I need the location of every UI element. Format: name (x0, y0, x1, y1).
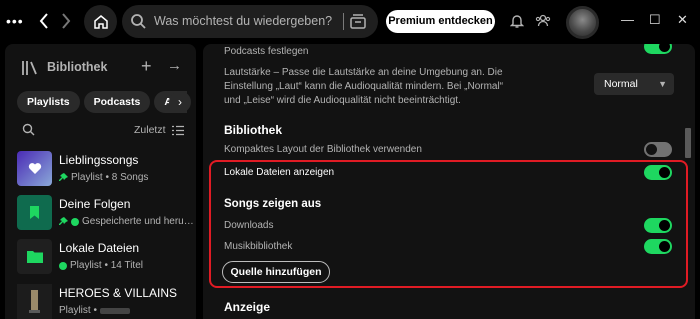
chip-scroll-right-icon[interactable]: › (169, 91, 191, 113)
your-episodes-cover (17, 195, 52, 230)
album-cover (17, 284, 52, 319)
library-item-heroes-villains[interactable]: HEROES & VILLAINS Playlist • (17, 284, 195, 319)
library-icon[interactable] (21, 59, 39, 77)
album-art-icon (17, 284, 52, 319)
library-sidebar: Bibliothek + → PlaylistsPodcastsAlben › … (5, 44, 196, 319)
library-item-name: Lokale Dateien (59, 241, 140, 255)
volume-description-line2: Einstellung „Laut“ kann die Audioqualitä… (224, 81, 504, 92)
local-files-cover (17, 239, 52, 274)
downloaded-icon (59, 261, 67, 270)
folder-icon (26, 251, 43, 263)
volume-select[interactable]: Normal ▼ (594, 73, 674, 95)
display-section-heading: Anzeige (224, 300, 271, 314)
heart-icon (28, 163, 41, 174)
top-bar: ••• Was möchtest du wiedergeben? Premium… (0, 0, 700, 44)
volume-description-line3: und „Leise“ wird die Audioqualität nicht… (224, 95, 461, 106)
chevron-down-icon: ▼ (658, 79, 667, 89)
list-view-icon[interactable] (172, 125, 184, 136)
browse-icon[interactable] (349, 13, 367, 30)
downloaded-icon (71, 217, 79, 226)
avatar[interactable] (566, 6, 599, 39)
library-search-icon[interactable] (22, 123, 35, 136)
library-item-meta: Playlist • 8 Songs (59, 172, 148, 183)
library-item-meta: Gespeicherte und heru… (59, 216, 194, 227)
podcasts-setting-label: Podcasts festlegen (224, 46, 309, 57)
music-library-toggle[interactable] (644, 239, 672, 254)
library-title[interactable]: Bibliothek (47, 60, 107, 74)
redacted-block (99, 307, 130, 314)
pin-icon (59, 173, 68, 181)
chip-podcasts[interactable]: Podcasts (83, 91, 151, 113)
expand-arrow-icon[interactable]: → (167, 57, 182, 74)
close-icon[interactable]: ✕ (677, 12, 688, 28)
sort-label[interactable]: Zuletzt (134, 124, 166, 136)
maximize-icon[interactable]: ☐ (649, 12, 661, 28)
more-dots-icon[interactable]: ••• (6, 13, 24, 29)
library-item-liked-songs[interactable]: Lieblingssongs Playlist • 8 Songs (17, 151, 195, 191)
settings-panel: Podcasts festlegen Lautstärke – Passe di… (203, 44, 695, 319)
compact-layout-label: Kompaktes Layout der Bibliothek verwende… (224, 144, 422, 155)
minimize-icon[interactable]: — (621, 12, 634, 27)
premium-button[interactable]: Premium entdecken (386, 10, 495, 33)
library-item-name: Lieblingssongs (59, 153, 139, 167)
home-button[interactable] (84, 5, 117, 38)
search-bar[interactable]: Was möchtest du wiedergeben? (122, 5, 378, 38)
search-divider (343, 13, 344, 30)
library-item-name: Deine Folgen (59, 197, 131, 211)
bell-icon[interactable] (510, 13, 524, 29)
local-files-toggle[interactable] (644, 165, 672, 180)
library-item-name: HEROES & VILLAINS (59, 286, 178, 300)
downloads-label: Downloads (224, 220, 274, 231)
compact-layout-toggle[interactable] (644, 142, 672, 157)
add-source-button[interactable]: Quelle hinzufügen (222, 261, 330, 283)
songs-source-heading: Songs zeigen aus (224, 198, 322, 210)
home-icon (93, 14, 108, 29)
pin-icon (59, 217, 68, 225)
forward-arrow-icon[interactable] (60, 12, 76, 32)
back-arrow-icon[interactable] (38, 12, 54, 32)
volume-description-line1: Lautstärke – Passe die Lautstärke an dei… (224, 67, 503, 78)
podcasts-toggle[interactable] (644, 44, 672, 54)
liked-songs-cover (17, 151, 52, 186)
bookmark-icon (30, 206, 39, 219)
chip-playlists[interactable]: Playlists (17, 91, 80, 113)
create-plus-icon[interactable]: + (141, 56, 152, 77)
search-icon (131, 14, 146, 29)
library-item-local-files[interactable]: Lokale Dateien Playlist • 14 Titel (17, 239, 195, 279)
music-library-label: Musikbibliothek (224, 241, 293, 252)
library-item-meta: Playlist • (59, 305, 130, 316)
downloads-toggle[interactable] (644, 218, 672, 233)
library-section-heading: Bibliothek (224, 123, 283, 137)
scrollbar[interactable] (685, 128, 691, 158)
local-files-label: Lokale Dateien anzeigen (224, 167, 335, 178)
friends-icon[interactable] (535, 13, 551, 29)
library-item-meta: Playlist • 14 Titel (59, 260, 143, 271)
library-item-your-episodes[interactable]: Deine Folgen Gespeicherte und heru… (17, 195, 195, 235)
filter-chips: PlaylistsPodcastsAlben (17, 91, 187, 113)
search-input[interactable]: Was möchtest du wiedergeben? (154, 14, 332, 28)
